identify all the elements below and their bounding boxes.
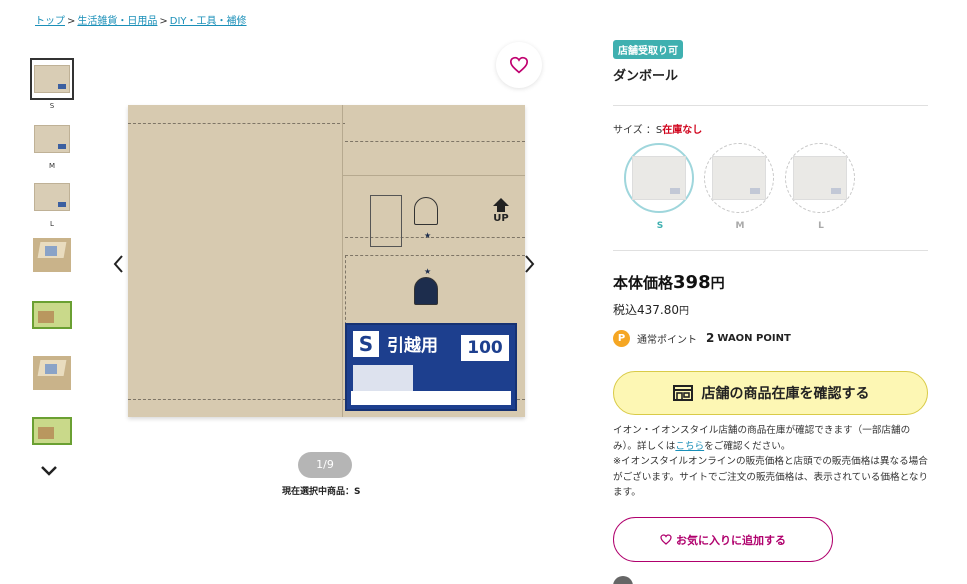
box-label-illustration — [353, 365, 413, 393]
chevron-left-icon — [113, 255, 123, 273]
chevron-down-icon — [41, 466, 57, 476]
size-option-image — [632, 156, 686, 200]
breadcrumb-separator: > — [159, 16, 168, 27]
price-value: 398 — [673, 272, 711, 293]
add-to-favorites-button[interactable]: お気に入りに追加する — [613, 517, 833, 562]
breadcrumb-diy-tools[interactable]: DIY・工具・補修 — [170, 16, 247, 27]
instruction-diagram — [370, 195, 402, 247]
check-store-stock-button[interactable]: 店舗の商品在庫を確認する — [613, 371, 928, 415]
points-icon: P — [613, 329, 630, 347]
points-value: 2 — [706, 331, 715, 345]
thumbnails-scroll-down-button[interactable] — [40, 462, 58, 481]
divider — [613, 250, 928, 251]
thumbnail-image — [34, 65, 70, 93]
stock-note-text: をご確認ください。 — [704, 440, 791, 452]
thumbnail-image — [33, 238, 71, 272]
size-option-s[interactable]: S — [624, 143, 696, 231]
store-pickup-badge: 店舗受取り可 — [613, 40, 683, 59]
breadcrumb: トップ > 生活雑貨・日用品 > DIY・工具・補修 — [35, 12, 247, 27]
thumbnail-image — [34, 125, 70, 153]
breadcrumb-daily-goods[interactable]: 生活雑貨・日用品 — [77, 16, 157, 27]
size-option-label: M — [735, 221, 745, 231]
thumbnail-label: S — [49, 102, 55, 110]
main-product-image: ★ ★ UP S 引越用 100 — [128, 105, 525, 417]
thumbnail-image — [33, 356, 71, 390]
size-option-label: L — [818, 221, 824, 231]
box-size-letter: S — [353, 331, 379, 357]
heart-icon — [660, 534, 672, 545]
add-to-favorites-label: お気に入りに追加する — [676, 533, 786, 547]
price-unit: 円 — [710, 276, 725, 292]
thumbnail-image — [34, 183, 70, 211]
thumbnail-s[interactable]: S — [30, 58, 74, 110]
size-option-l[interactable]: L — [785, 143, 857, 231]
tax-unit: 円 — [679, 306, 690, 317]
points-label: 通常ポイント — [637, 334, 697, 346]
section-icon — [613, 576, 633, 584]
points-unit: WAON POINT — [717, 332, 791, 344]
points-row: P 通常ポイント 2 WAON POINT — [613, 329, 791, 347]
thumbnail-image — [32, 417, 72, 445]
tax-label: 税込 — [613, 303, 638, 317]
price-label: 本体価格 — [613, 274, 674, 292]
stock-status: 在庫なし — [662, 125, 703, 136]
product-title: ダンボール — [613, 69, 679, 84]
tax-price: 税込437.80円 — [613, 301, 689, 318]
thumbnail-label: L — [50, 220, 54, 228]
price: 本体価格398円 — [613, 272, 725, 293]
box-number: 100 — [461, 335, 509, 361]
up-text: UP — [493, 213, 509, 224]
handle-cutout — [414, 197, 438, 225]
size-option-image — [793, 156, 847, 200]
thumbnail-photo-5[interactable] — [30, 294, 74, 336]
image-counter: 1/9 — [298, 452, 352, 478]
handle-cutout — [414, 277, 438, 305]
thumbnail-photo-6[interactable] — [30, 352, 74, 394]
check-store-stock-label: 店舗の商品在庫を確認する — [701, 386, 870, 402]
heart-icon — [509, 56, 529, 74]
size-option-image — [712, 156, 766, 200]
next-image-button[interactable] — [524, 254, 536, 279]
size-prefix: サイズ ：S — [613, 125, 663, 136]
divider — [613, 105, 928, 106]
breadcrumb-top[interactable]: トップ — [35, 16, 65, 27]
selected-item-text: 現在選択中商品：S — [282, 487, 361, 497]
chevron-right-icon — [525, 255, 535, 273]
up-arrow-mark: UP — [490, 198, 512, 224]
box-size-label: S 引越用 100 — [345, 323, 517, 411]
size-line: サイズ ：S在庫なし — [613, 121, 702, 136]
thumbnail-m[interactable]: M — [30, 118, 74, 170]
favorite-heart-button[interactable] — [496, 42, 542, 88]
size-option-label: S — [656, 221, 664, 231]
thumbnail-image — [32, 301, 72, 329]
breadcrumb-separator: > — [67, 16, 76, 27]
price-disclaimer: ※イオンスタイルオンラインの販売価格と店頭での販売価格は異なる場合がございます。… — [613, 456, 929, 498]
thumbnail-photo-4[interactable] — [30, 234, 74, 276]
next-section-peek — [613, 576, 633, 584]
thumbnail-photo-7[interactable] — [30, 410, 74, 452]
box-title: 引越用 — [387, 336, 438, 356]
prev-image-button[interactable] — [112, 254, 124, 279]
box-label-bar — [351, 391, 511, 405]
thumbnail-l[interactable]: L — [30, 176, 74, 228]
details-link[interactable]: こちら — [675, 441, 704, 452]
thumbnail-label: M — [48, 162, 56, 170]
tax-value: 437.80 — [637, 303, 680, 317]
stock-note: イオン・イオンスタイル店舗の商品在庫が確認できます（一部店舗のみ）。詳しくはこち… — [613, 423, 931, 501]
size-option-m[interactable]: M — [704, 143, 776, 231]
store-icon — [672, 385, 693, 401]
